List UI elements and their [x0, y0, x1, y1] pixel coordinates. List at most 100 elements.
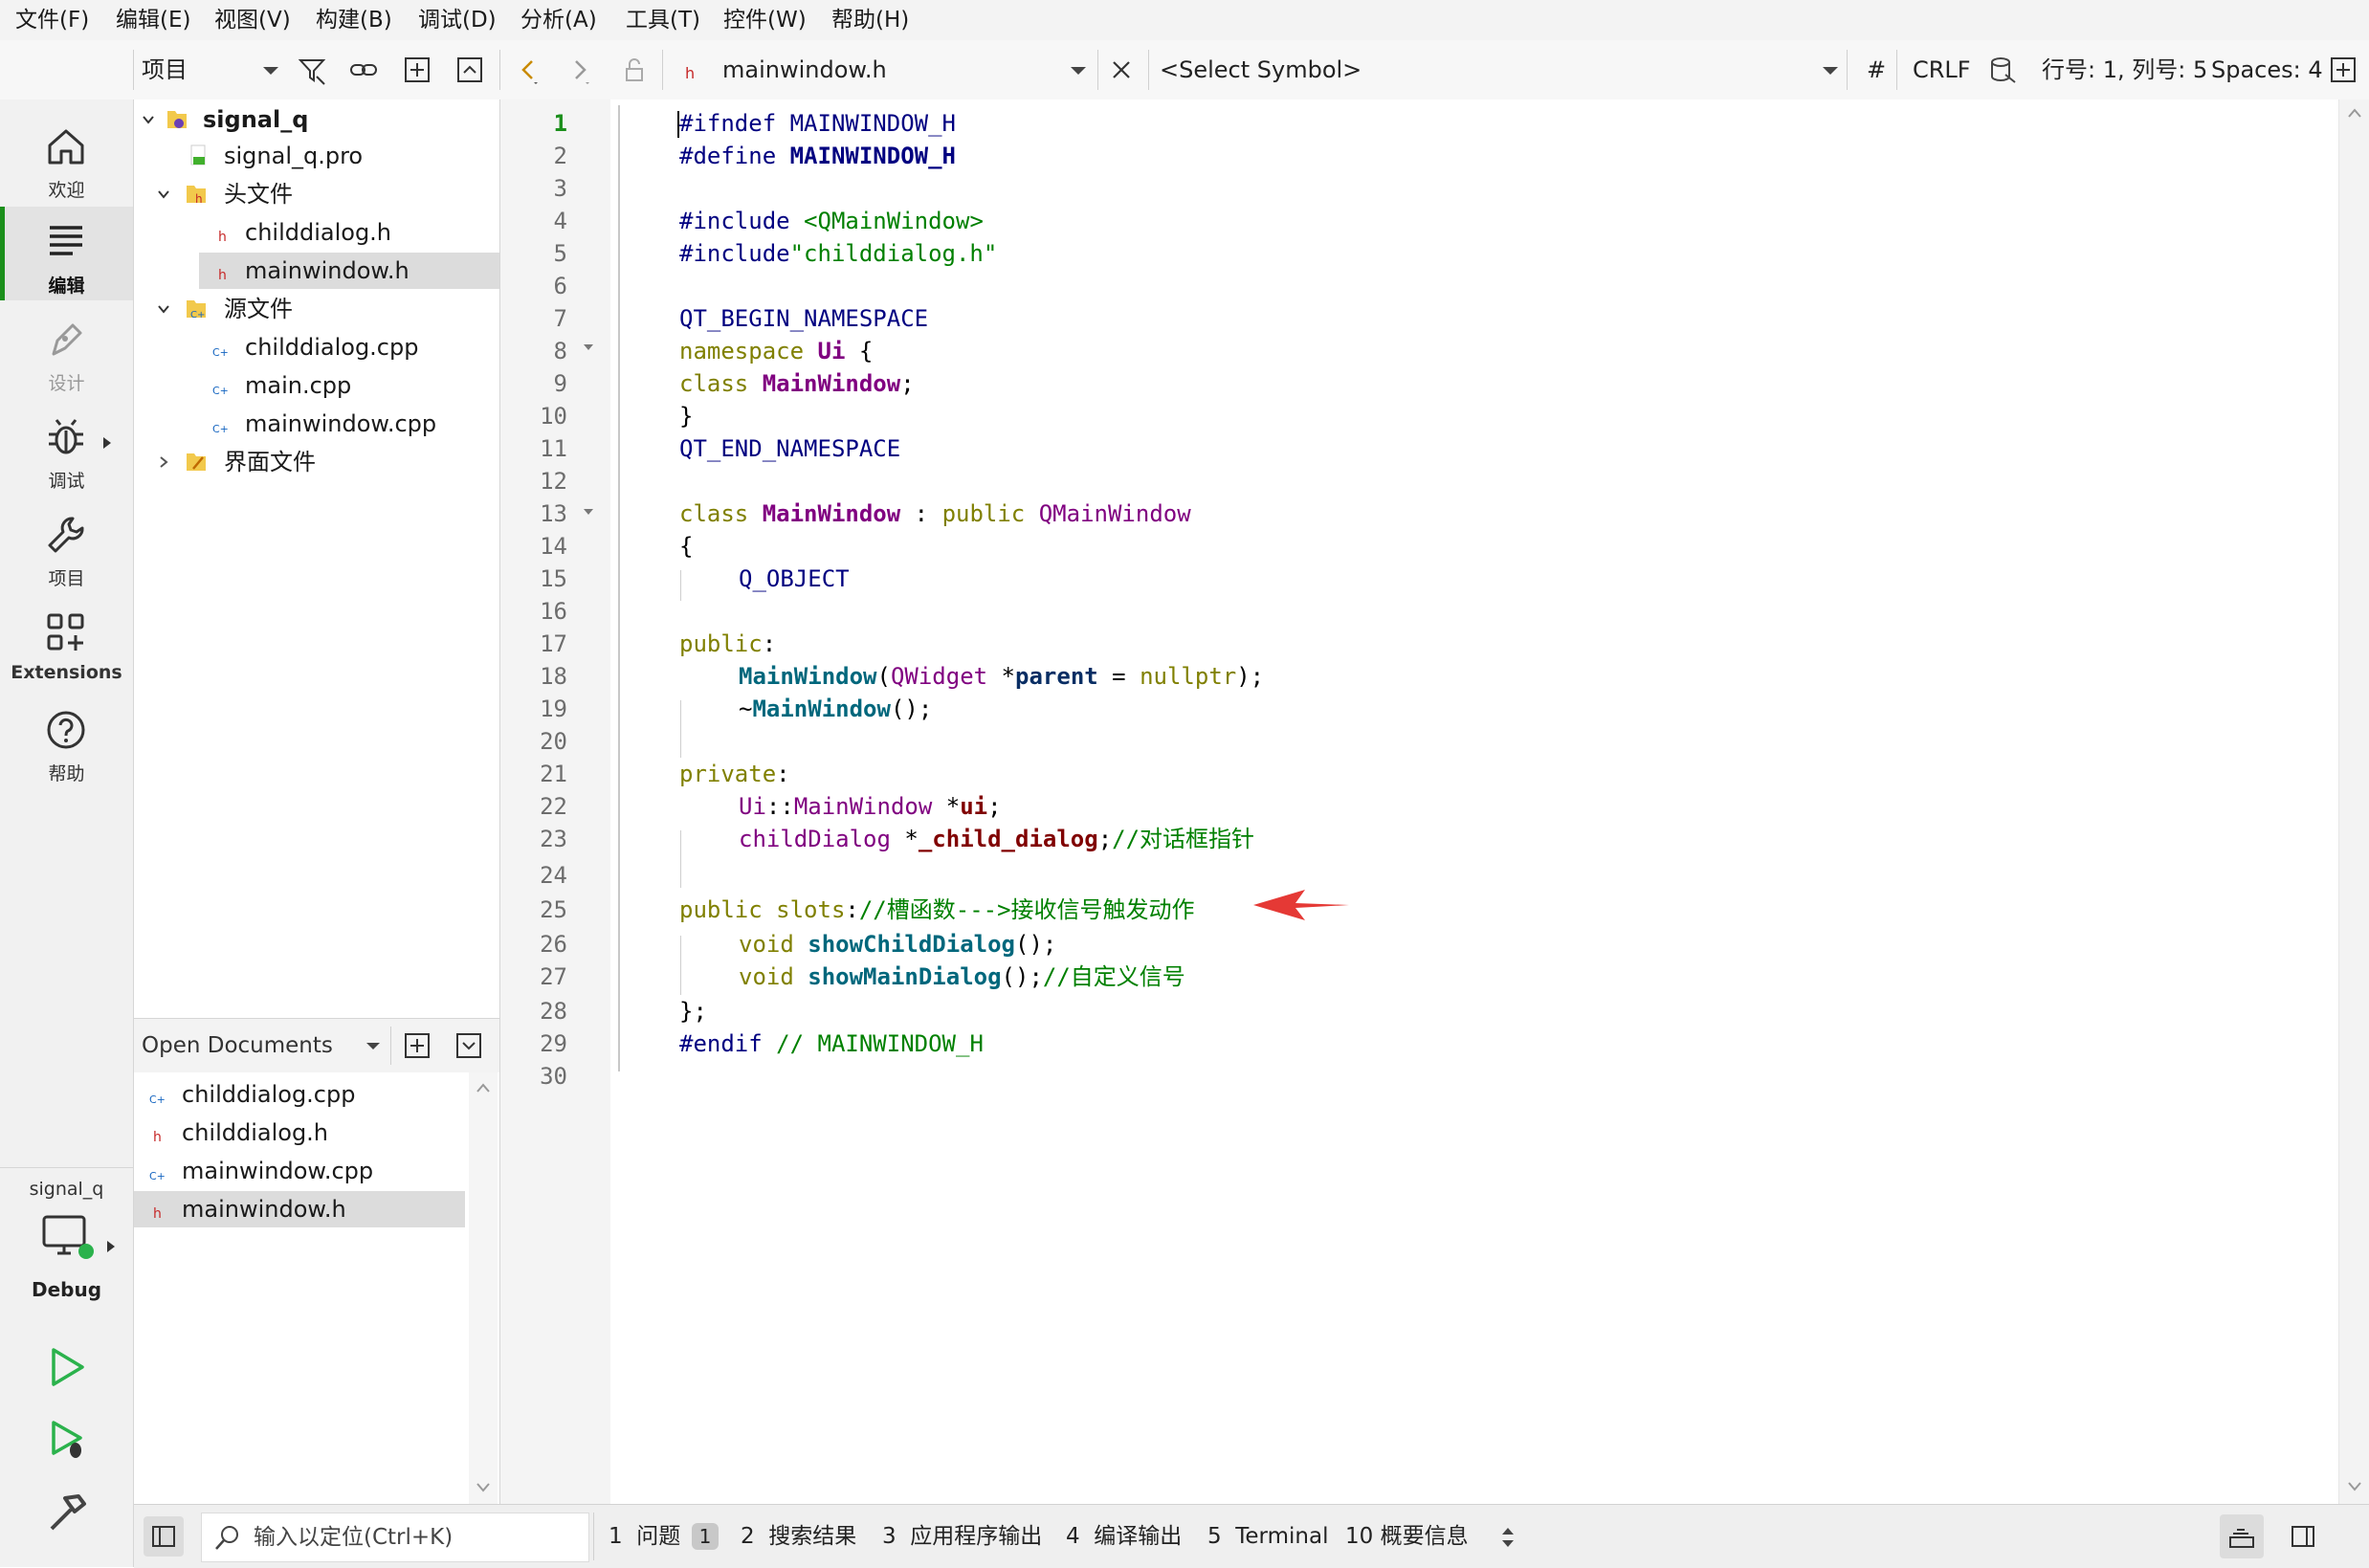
tree-item-file-selected[interactable]: h mainwindow.h — [199, 253, 499, 289]
project-view-combo[interactable]: 项目 — [142, 40, 188, 99]
kit-menu-arrow-icon[interactable] — [105, 1240, 117, 1253]
line-ending-selector[interactable]: CRLF — [1913, 40, 1971, 99]
collapse-icon[interactable] — [454, 54, 486, 86]
combo-arrow-icon[interactable] — [255, 54, 287, 86]
tree-item-file[interactable]: C+ mainwindow.cpp — [134, 406, 499, 442]
svg-text:C+: C+ — [149, 1093, 166, 1106]
locator-input[interactable]: 输入以定位(Ctrl+K) — [201, 1513, 589, 1562]
code-line-10: } — [679, 403, 694, 430]
menu-help[interactable]: 帮助(H) — [831, 0, 909, 40]
file-selector[interactable]: mainwindow.h — [722, 40, 887, 99]
output-tab-search-results[interactable]: 2 搜索结果 — [741, 1505, 856, 1568]
menu-controls[interactable]: 控件(W) — [723, 0, 807, 40]
hash-label: # — [1867, 56, 1887, 83]
symbol-dropdown-icon[interactable] — [1814, 54, 1847, 86]
output-tab-terminal[interactable]: 5 Terminal — [1207, 1505, 1328, 1568]
run-icon[interactable] — [46, 1345, 90, 1389]
open-document-label: childdialog.cpp — [182, 1081, 356, 1108]
locator-placeholder: 输入以定位(Ctrl+K) — [254, 1525, 454, 1550]
search-icon — [215, 1526, 238, 1550]
menu-debug[interactable]: 调试(D) — [418, 0, 497, 40]
indent-spaces[interactable]: Spaces: 4 — [2211, 40, 2323, 99]
expand-icon[interactable] — [454, 1030, 484, 1061]
menu-analyze[interactable]: 分析(A) — [520, 0, 597, 40]
chevron-down-icon[interactable] — [157, 302, 170, 316]
fold-marker-icon[interactable] — [581, 341, 596, 354]
link-icon[interactable] — [347, 54, 380, 86]
back-icon[interactable] — [513, 54, 545, 86]
menu-tools[interactable]: 工具(T) — [626, 0, 700, 40]
build-hammer-icon[interactable] — [46, 1491, 90, 1535]
more-tabs-icon[interactable] — [1496, 1524, 1519, 1551]
open-documents-title[interactable]: Open Documents — [142, 1019, 333, 1072]
combo-arrow-icon[interactable] — [360, 1032, 387, 1059]
close-icon[interactable] — [1105, 54, 1138, 86]
tree-item-pro-file[interactable]: signal_q.pro — [134, 138, 499, 174]
mode-welcome[interactable]: 欢迎 — [0, 111, 133, 205]
scroll-up-icon[interactable] — [476, 1082, 491, 1093]
split-editor-icon[interactable] — [2327, 54, 2359, 86]
menu-file[interactable]: 文件(F) — [15, 0, 89, 40]
file-dropdown-icon[interactable] — [1062, 54, 1095, 86]
forward-icon[interactable] — [565, 54, 597, 86]
mode-debug[interactable]: 调试 — [0, 402, 133, 496]
line-number: 16 — [540, 598, 567, 625]
tree-item-file[interactable]: C+ childdialog.cpp — [134, 329, 499, 365]
fold-marker-icon[interactable] — [581, 505, 596, 519]
output-tab-app-output[interactable]: 3 应用程序输出 — [882, 1505, 1042, 1568]
line-number: 21 — [540, 761, 567, 787]
kit-selector[interactable] — [38, 1211, 96, 1269]
scroll-down-icon[interactable] — [2347, 1481, 2362, 1492]
tree-item-file[interactable]: h childdialog.h — [134, 214, 499, 251]
svg-text:h: h — [685, 64, 695, 82]
toggle-output-pane-button[interactable] — [2220, 1514, 2264, 1558]
line-number: 1 — [553, 110, 567, 137]
code-line-2: #define MAINWINDOW_H — [679, 143, 956, 169]
tree-label: childdialog.h — [245, 219, 392, 246]
cursor-position[interactable]: 行号: 1, 列号: 5 — [2042, 40, 2207, 99]
open-document-item[interactable]: C+ childdialog.cpp — [134, 1076, 465, 1113]
line-number: 8 — [553, 338, 567, 364]
tree-item-forms[interactable]: 界面文件 — [134, 444, 499, 480]
tree-item-sources[interactable]: C+ 源文件 — [134, 291, 499, 327]
filter-icon[interactable] — [296, 54, 328, 86]
toggle-sidebar-button[interactable] — [144, 1516, 184, 1557]
mode-help[interactable]: 帮助 — [0, 695, 133, 788]
encoding-icon[interactable] — [1986, 54, 2019, 86]
chevron-down-icon[interactable] — [157, 188, 170, 201]
menu-view[interactable]: 视图(V) — [214, 0, 291, 40]
tree-item-file[interactable]: C+ main.cpp — [134, 367, 499, 404]
open-document-item-selected[interactable]: h mainwindow.h — [134, 1191, 465, 1227]
right-sidebar-toggle-icon[interactable] — [2283, 1516, 2323, 1557]
menu-edit[interactable]: 编辑(E) — [116, 0, 190, 40]
mode-projects[interactable]: 项目 — [0, 499, 133, 593]
split-add-icon[interactable] — [401, 54, 433, 86]
split-add-icon[interactable] — [402, 1030, 432, 1061]
debug-menu-arrow-icon[interactable] — [101, 436, 113, 450]
mode-welcome-label: 欢迎 — [48, 180, 85, 201]
scroll-down-icon[interactable] — [476, 1482, 491, 1493]
chevron-down-icon[interactable] — [142, 113, 155, 126]
mode-extensions[interactable]: Extensions — [0, 597, 133, 691]
editor-scrollbar[interactable] — [2338, 99, 2369, 1504]
chevron-right-icon[interactable] — [157, 455, 170, 469]
scroll-up-icon[interactable] — [2347, 107, 2362, 119]
mode-edit[interactable]: 编辑 — [0, 207, 133, 300]
menu-build[interactable]: 构建(B) — [316, 0, 392, 40]
header-file-icon: h — [153, 1206, 162, 1222]
output-tab-issues[interactable]: 1 问题 1 — [609, 1505, 720, 1568]
line-number: 12 — [540, 468, 567, 495]
code-editor[interactable]: #ifndef MAINWINDOW_H #define MAINWINDOW_… — [610, 99, 2338, 1504]
code-line-25: public slots://槽函数--->接收信号触发动作 — [679, 896, 1195, 923]
open-document-item[interactable]: C+ mainwindow.cpp — [134, 1153, 465, 1189]
symbol-selector[interactable]: <Select Symbol> — [1160, 40, 1362, 99]
mode-design[interactable]: 设计 — [0, 304, 133, 398]
debug-run-icon[interactable] — [46, 1418, 90, 1462]
tree-item-project[interactable]: signal_q — [134, 101, 499, 138]
code-line-21: private: — [679, 761, 790, 787]
open-document-item[interactable]: h childdialog.h — [134, 1115, 465, 1151]
tree-item-headers[interactable]: h 头文件 — [134, 176, 499, 212]
output-tab-compile-output[interactable]: 4 编译输出 — [1066, 1505, 1182, 1568]
output-tab-general-messages[interactable]: 10 概要信息 — [1345, 1505, 1469, 1568]
open-documents-scrollbar[interactable] — [469, 1072, 498, 1505]
